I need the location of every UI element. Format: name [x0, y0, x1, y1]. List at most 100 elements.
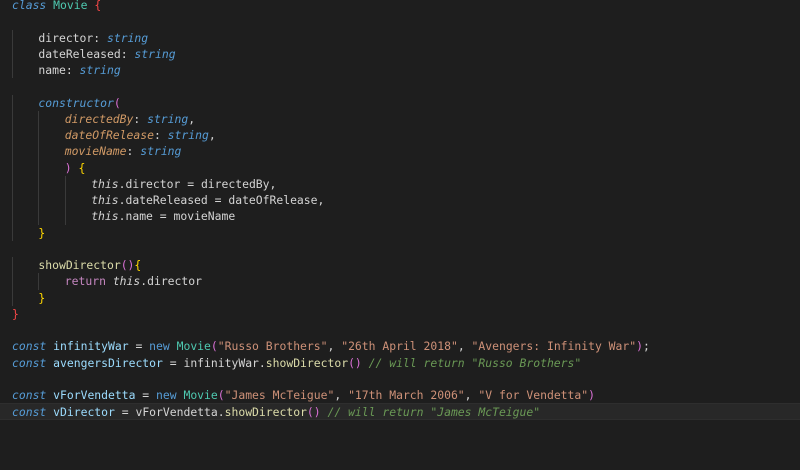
code-token: Movie [176, 339, 211, 354]
code-line-content: dateReleased: string [12, 46, 176, 61]
code-token: = [152, 209, 174, 224]
code-token: } [12, 306, 19, 321]
code-token: string [140, 144, 182, 159]
indent-guide [12, 208, 13, 225]
indent-guide [12, 289, 13, 306]
code-token: } [38, 225, 46, 240]
code-line[interactable]: ) { [0, 159, 800, 176]
code-token: vForVendetta [53, 388, 136, 402]
code-token: = [162, 355, 184, 370]
code-line[interactable]: this.name = movieName [0, 208, 800, 225]
code-token: , [317, 193, 325, 207]
code-token: this [91, 209, 119, 224]
code-token: ( [217, 388, 225, 402]
code-token: .name [118, 209, 153, 224]
indent-guide [12, 110, 13, 127]
code-line[interactable]: directedBy: string, [0, 110, 800, 127]
code-line[interactable] [0, 322, 800, 338]
code-line[interactable]: showDirector(){ [0, 257, 800, 274]
code-token: string [79, 63, 121, 77]
indent-guide [38, 159, 40, 176]
code-line[interactable]: class Movie { [0, 0, 800, 13]
code-line-content: } [12, 226, 45, 240]
code-line-content: constructor( [12, 95, 121, 110]
code-token: . [258, 355, 266, 370]
code-token: // will return "Russo Brothers" [368, 355, 582, 370]
code-line-content: } [12, 307, 19, 321]
code-line[interactable] [0, 371, 800, 387]
code-token: string [147, 111, 189, 126]
code-line[interactable]: const vForVendetta = new Movie("James Mc… [0, 387, 800, 403]
code-token: } [38, 290, 46, 305]
indent-guide [12, 94, 13, 111]
code-token: "V for Vendetta" [478, 388, 589, 402]
indent-guide [12, 143, 13, 160]
code-line-content: const infinityWar = new Movie("Russo Bro… [12, 339, 650, 353]
indent-guide [38, 273, 40, 290]
code-token: : [93, 30, 107, 45]
code-token: string [106, 30, 149, 45]
code-line[interactable]: this.dateReleased = dateOfRelease, [0, 192, 800, 209]
code-token: vForVendetta [135, 405, 218, 420]
code-line-content: name: string [12, 63, 121, 77]
code-line[interactable] [0, 241, 800, 257]
code-token: : [120, 46, 135, 61]
code-token: : [153, 128, 168, 142]
code-token: = [180, 176, 201, 191]
code-token: { [78, 160, 86, 175]
code-line-content: const vDirector = vForVendetta.showDirec… [12, 405, 540, 419]
code-line-content: showDirector(){ [12, 258, 141, 272]
code-line[interactable] [0, 78, 800, 94]
code-line[interactable]: name: string [0, 62, 800, 79]
code-token: "James McTeigue" [224, 388, 335, 402]
code-token: Movie [183, 388, 218, 402]
code-line[interactable]: movieName: string [0, 143, 800, 160]
code-line[interactable]: const infinityWar = new Movie("Russo Bro… [0, 338, 800, 354]
code-line-content: } [12, 291, 45, 305]
code-token: const [12, 388, 47, 402]
code-token: , [334, 388, 349, 402]
code-token: directedBy [200, 176, 270, 191]
code-token: // will return "James McTeigue" [327, 405, 541, 420]
code-token: avengersDirector [53, 355, 163, 370]
code-token: ) [64, 160, 72, 175]
code-token: ) [588, 388, 595, 402]
code-line-content: return this.director [12, 274, 202, 288]
code-line[interactable]: dateReleased: string [0, 45, 800, 62]
code-token: const [12, 405, 47, 420]
code-token: constructor [38, 95, 114, 110]
indent-guide [12, 127, 13, 144]
code-line[interactable]: dateOfRelease: string, [0, 127, 800, 144]
code-token: ) [636, 339, 643, 354]
code-line[interactable]: } [0, 289, 800, 306]
code-line[interactable]: const avengersDirector = infinityWar.sho… [0, 355, 800, 371]
code-area[interactable]: class Movie { director: string dateRelease… [0, 0, 800, 420]
code-token: , [464, 388, 479, 402]
code-token: string [134, 46, 176, 61]
indent-guide [64, 208, 66, 225]
code-token: ( [210, 339, 218, 354]
code-line[interactable]: constructor( [0, 94, 800, 111]
code-line[interactable]: return this.director [0, 273, 800, 290]
code-line[interactable]: director: string [0, 29, 800, 46]
code-token: ( [113, 95, 121, 110]
code-token: vDirector [53, 405, 115, 420]
code-editor[interactable]: class Movie { director: string dateRelease… [0, 0, 800, 470]
code-line[interactable] [0, 13, 800, 29]
code-line[interactable]: } [0, 224, 800, 241]
code-token: string [167, 128, 209, 142]
indent-guide [38, 175, 40, 192]
code-token: this [91, 193, 119, 207]
code-token: showDirector [38, 258, 121, 272]
code-line[interactable]: const vDirector = vForVendetta.showDirec… [0, 403, 800, 420]
code-line[interactable]: this.director = directedBy, [0, 175, 800, 192]
indent-guide [12, 224, 13, 241]
code-line[interactable]: } [0, 306, 800, 322]
code-token: .dateReleased [118, 193, 208, 207]
code-token: , [457, 339, 472, 354]
indent-guide [38, 208, 40, 225]
